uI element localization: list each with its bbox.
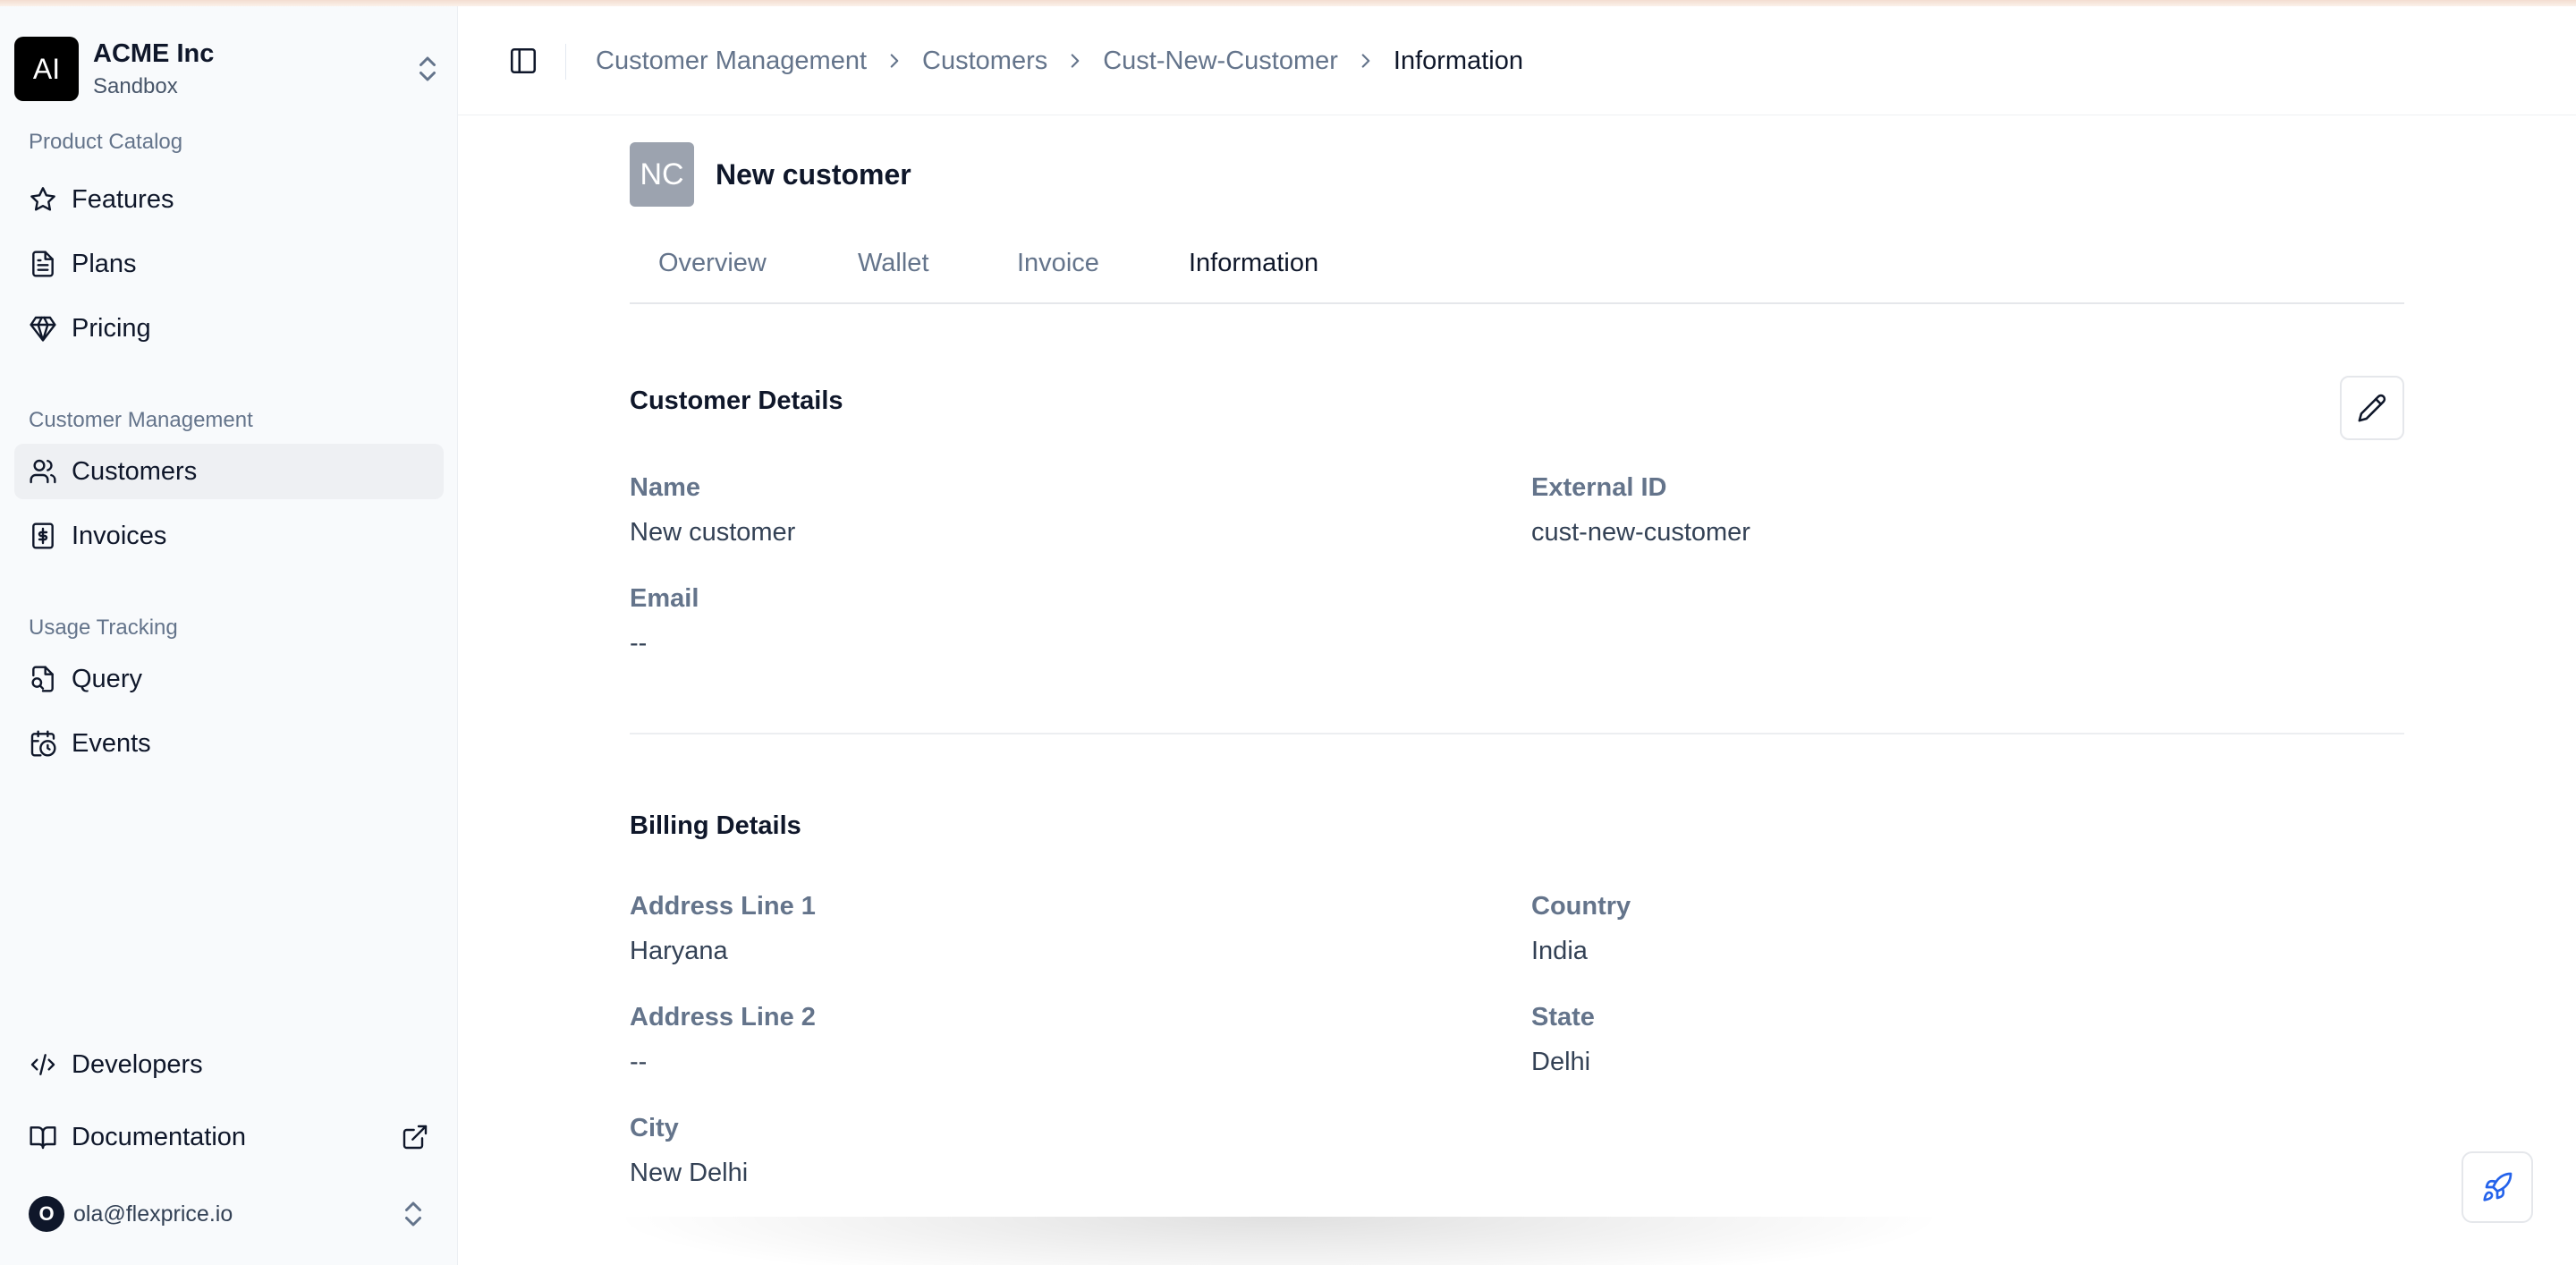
breadcrumb-item-customers[interactable]: Customers: [922, 47, 1047, 76]
city-value: New Delhi: [630, 1159, 749, 1187]
sidebar-item-features[interactable]: Features: [14, 172, 444, 227]
sidebar-item-label: Invoices: [72, 521, 167, 550]
sidebar-item-events[interactable]: Events: [14, 716, 444, 771]
breadcrumb-item-customer[interactable]: Cust-New-Customer: [1103, 47, 1338, 76]
sidebar-item-label: Events: [72, 728, 151, 758]
user-email: ola@flexprice.io: [73, 1201, 233, 1227]
email-value: --: [630, 629, 648, 658]
breadcrumb: Customer Management Customers Cust-New-C…: [596, 6, 1523, 115]
sidebar-item-pricing[interactable]: Pricing: [14, 301, 444, 356]
tab-information[interactable]: Information: [1189, 249, 1318, 278]
file-text-icon: [32, 250, 54, 277]
chevron-right-icon: [1361, 54, 1370, 68]
pencil-icon: [2358, 394, 2386, 422]
org-name: ACME Inc: [93, 38, 215, 68]
sidebar-item-label: Pricing: [72, 313, 151, 343]
sidebar-item-label: Plans: [72, 249, 137, 278]
customer-details-title: Customer Details: [630, 386, 843, 415]
section-label-customer-management: Customer Management: [29, 408, 253, 432]
email-label: Email: [630, 584, 699, 613]
org-environment: Sandbox: [93, 73, 178, 98]
breadcrumb-item-customer-management[interactable]: Customer Management: [596, 47, 867, 76]
calendar-clock-icon: [30, 730, 56, 757]
section-divider: [630, 733, 2404, 734]
sidebar-item-label: Developers: [72, 1049, 203, 1079]
city-label: City: [630, 1114, 679, 1142]
address-line-2-label: Address Line 2: [630, 1003, 816, 1032]
sidebar-item-label: Query: [72, 664, 142, 693]
customer-avatar: NC: [630, 142, 694, 207]
state-value: Delhi: [1531, 1048, 1591, 1076]
sidebar-item-customers[interactable]: Customers: [14, 444, 444, 499]
tab-overview[interactable]: Overview: [658, 249, 767, 278]
chevron-right-icon: [1071, 54, 1080, 68]
page-title: New customer: [716, 157, 911, 191]
address-line-2-value: --: [630, 1048, 648, 1076]
avatar: O: [29, 1196, 64, 1232]
header-divider: [565, 44, 566, 80]
sidebar-item-documentation[interactable]: Documentation: [14, 1109, 444, 1165]
chevrons-up-down-icon: [419, 56, 436, 81]
country-value: India: [1531, 937, 1588, 965]
breadcrumb-item-current: Information: [1393, 46, 1523, 75]
address-line-1-label: Address Line 1: [630, 892, 816, 921]
name-value: New customer: [630, 518, 796, 547]
sidebar-item-query[interactable]: Query: [14, 651, 444, 707]
sidebar-item-invoices[interactable]: Invoices: [14, 508, 444, 564]
external-id-label: External ID: [1531, 473, 1667, 502]
tab-invoice[interactable]: Invoice: [1017, 249, 1099, 278]
rocket-icon: [2483, 1172, 2512, 1201]
user-menu[interactable]: O ola@flexprice.io: [29, 1193, 429, 1235]
book-open-icon: [30, 1126, 56, 1150]
org-avatar: AI: [14, 37, 79, 101]
sidebar-item-plans[interactable]: Plans: [14, 236, 444, 292]
sidebar-item-label: Features: [72, 184, 174, 214]
bottom-shadow: [608, 1217, 1950, 1265]
external-id-value: cust-new-customer: [1531, 518, 1750, 547]
billing-details-title: Billing Details: [630, 811, 801, 840]
org-switcher[interactable]: AI ACME Inc Sandbox: [14, 33, 444, 105]
address-line-1-value: Haryana: [630, 937, 728, 965]
star-icon: [30, 187, 55, 211]
chevrons-up-down-icon: [405, 1201, 421, 1227]
sidebar-item-developers[interactable]: Developers: [14, 1037, 444, 1092]
tab-bar: Overview Wallet Invoice Information: [630, 240, 2404, 304]
name-label: Name: [630, 473, 700, 502]
sidebar: AI ACME Inc Sandbox Product Catalog Feat…: [0, 6, 458, 1265]
edit-customer-button[interactable]: [2340, 376, 2404, 440]
file-search-icon: [31, 666, 54, 692]
country-label: Country: [1531, 892, 1631, 921]
quickstart-button[interactable]: [2462, 1151, 2533, 1223]
external-link-icon[interactable]: [401, 1123, 429, 1151]
chevron-right-icon: [890, 54, 899, 68]
customer-header: NC New customer: [630, 142, 911, 207]
sidebar-item-label: Documentation: [72, 1122, 247, 1151]
section-label-usage-tracking: Usage Tracking: [29, 616, 178, 640]
sidebar-toggle-icon[interactable]: [508, 46, 538, 76]
sidebar-item-label: Customers: [72, 456, 198, 486]
code-icon: [30, 1054, 55, 1075]
window-top-strip: [0, 0, 2576, 6]
state-label: State: [1531, 1003, 1595, 1032]
tab-wallet[interactable]: Wallet: [858, 249, 929, 278]
users-icon: [30, 459, 56, 484]
section-label-product-catalog: Product Catalog: [29, 130, 183, 154]
receipt-icon: [32, 522, 54, 549]
gem-icon: [30, 316, 56, 342]
page-header: Customer Management Customers Cust-New-C…: [458, 6, 2576, 115]
